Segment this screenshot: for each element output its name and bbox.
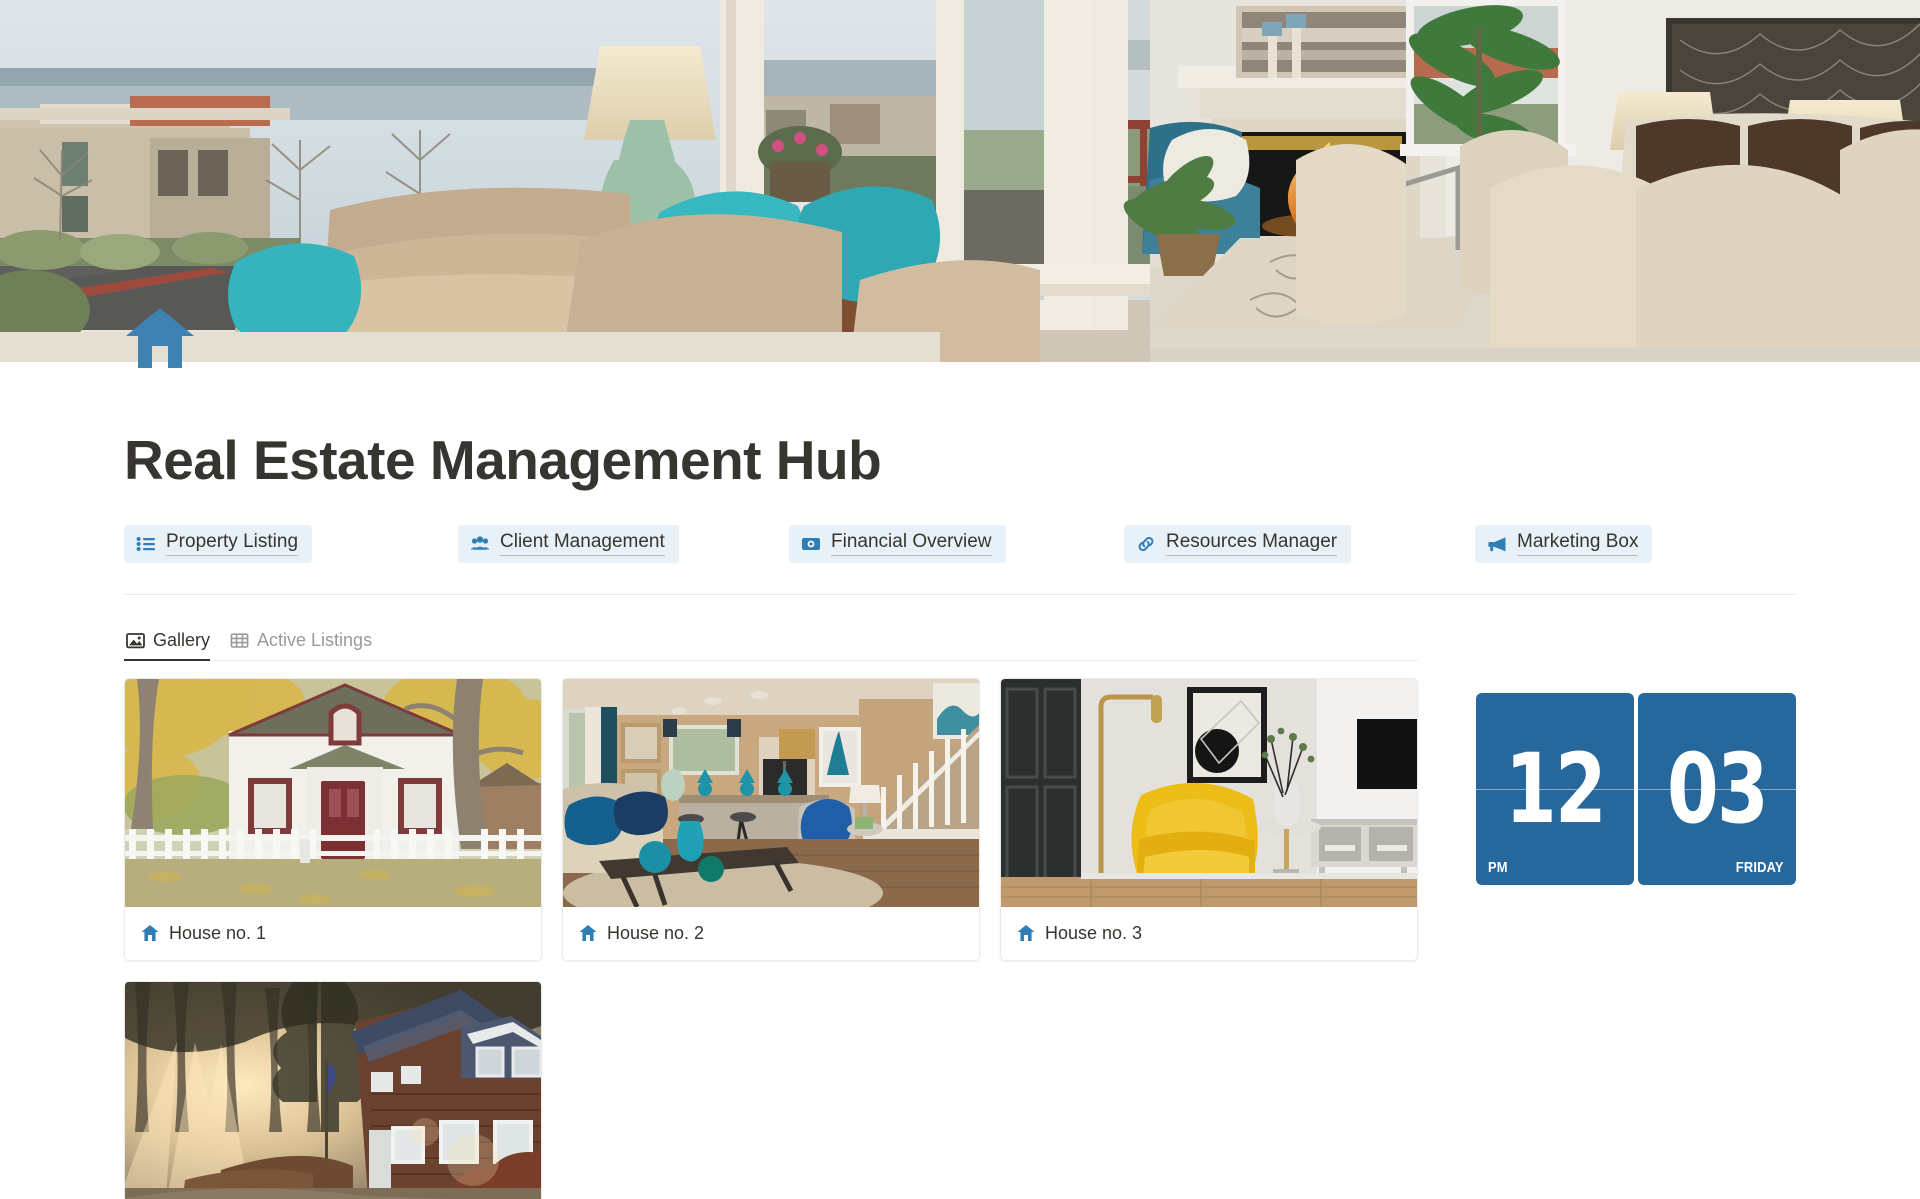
nav-chip-financial-overview[interactable]: Financial Overview	[789, 524, 1006, 563]
tab-label: Gallery	[153, 629, 211, 650]
gallery-grid: House no. 1 House no. 2 House no. 3	[124, 677, 1418, 1199]
people-icon	[470, 536, 490, 550]
table-icon	[230, 633, 249, 648]
flip-clock-hour-panel: 12 PM	[1476, 692, 1634, 885]
money-icon	[802, 537, 820, 550]
megaphone-icon	[1488, 537, 1506, 551]
nav-chip-label: Client Management	[500, 531, 665, 557]
section-divider	[124, 593, 1796, 595]
tab-active-listings[interactable]: Active Listings	[228, 630, 382, 660]
page-content: Real Estate Management Hub Property List…	[0, 308, 1920, 1199]
flip-clock-hour: 12	[1505, 732, 1607, 845]
view-tabbar: Gallery Active Listings	[124, 623, 1418, 661]
page-house-icon	[126, 308, 194, 368]
flip-clock-widget[interactable]: 12 PM 03 FRIDAY	[1476, 692, 1796, 885]
image-icon	[126, 632, 145, 649]
nav-chip-label: Property Listing	[166, 531, 299, 557]
gallery-card[interactable]: House no. 1	[124, 677, 542, 961]
nav-chip-resources-manager[interactable]: Resources Manager	[1124, 524, 1352, 563]
gallery-card-image	[563, 678, 979, 907]
flip-clock-date-panel: 03 FRIDAY	[1638, 692, 1796, 885]
gallery-card-title: House no. 1	[169, 922, 267, 943]
hero-banner-image	[0, 0, 1920, 362]
hero-banner	[0, 0, 1920, 362]
gallery-card-caption: House no. 2	[563, 907, 979, 960]
nav-chip-label: Resources Manager	[1166, 531, 1338, 557]
gallery-card[interactable]	[124, 980, 542, 1199]
gallery-card-caption: House no. 1	[125, 907, 541, 960]
yellow-armchair-room-image	[1001, 678, 1417, 907]
house-icon	[141, 925, 159, 942]
list-icon	[136, 536, 155, 551]
nav-chip-marketing-box[interactable]: Marketing Box	[1475, 524, 1653, 563]
nav-chip-row: Property Listing Client Management Finan…	[0, 524, 1920, 563]
gallery-card-caption: House no. 3	[1001, 907, 1417, 960]
house-icon	[1017, 925, 1035, 942]
link-icon	[1138, 536, 1154, 551]
page-title: Real Estate Management Hub	[124, 429, 882, 491]
flip-clock-weekday: FRIDAY	[1736, 858, 1784, 876]
white-cottage-autumn-image	[125, 678, 541, 907]
gallery-card-image	[125, 981, 541, 1199]
gallery-card[interactable]: House no. 2	[562, 677, 980, 961]
gallery-card-image	[125, 678, 541, 907]
nav-chip-property-listing[interactable]: Property Listing	[124, 524, 313, 563]
flip-clock-day-number: 03	[1667, 732, 1769, 845]
tab-label: Active Listings	[257, 629, 373, 650]
nav-chip-label: Marketing Box	[1517, 531, 1639, 557]
house-icon	[579, 925, 597, 942]
main-content: Gallery Active Listings House no. 1 Hous…	[0, 623, 1920, 1199]
flip-clock-meridiem: PM	[1488, 858, 1508, 876]
gallery-card-title: House no. 3	[1045, 922, 1143, 943]
gallery-card[interactable]: House no. 3	[1000, 677, 1418, 961]
nav-chip-label: Financial Overview	[831, 531, 992, 557]
gallery-card-image	[1001, 678, 1417, 907]
tab-gallery[interactable]: Gallery	[124, 629, 220, 661]
nav-chip-client-management[interactable]: Client Management	[458, 524, 679, 563]
gallery-card-title: House no. 2	[607, 922, 705, 943]
open-plan-living-kitchen-image	[563, 678, 979, 907]
wooden-house-forest-sunrise-image	[125, 981, 541, 1199]
